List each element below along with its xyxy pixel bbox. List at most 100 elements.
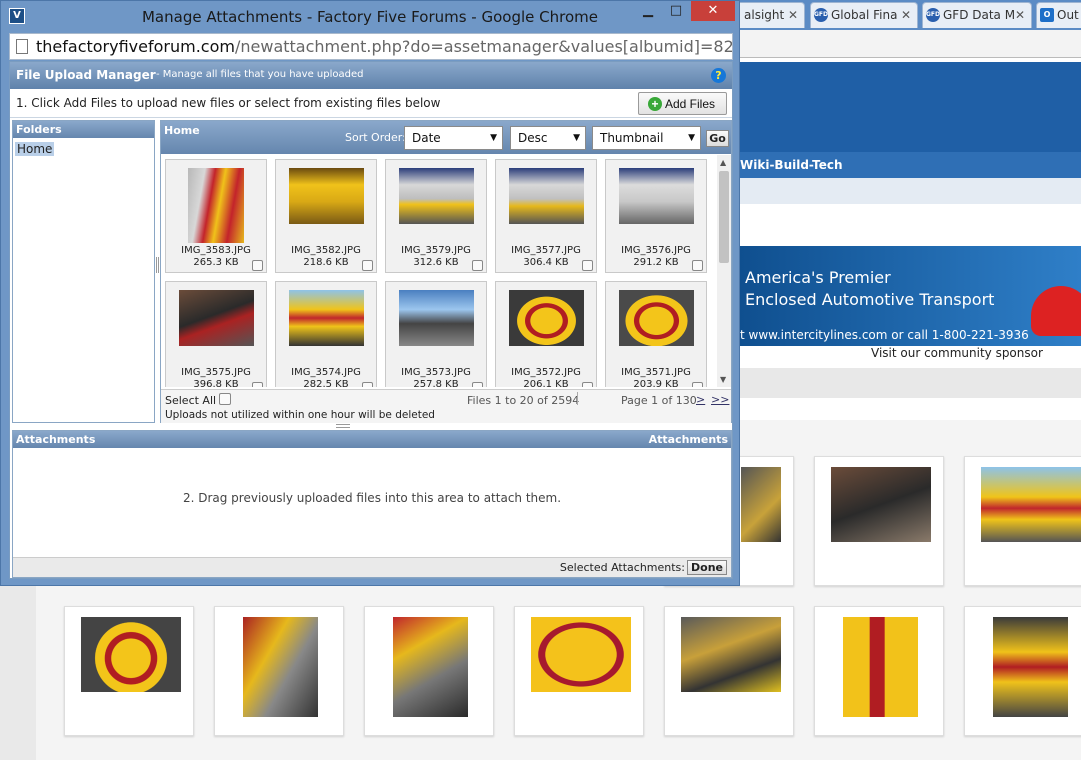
file-tile[interactable]: IMG_3573.JPG 257.8 KB xyxy=(385,281,487,387)
manager-header: File Upload Manager - Manage all files t… xyxy=(10,62,732,89)
file-select-checkbox[interactable] xyxy=(362,382,373,387)
photo xyxy=(831,467,931,542)
file-select-checkbox[interactable] xyxy=(582,260,593,271)
attachments-pane: Attachments Attachments 2. Drag previous… xyxy=(12,430,732,578)
file-thumbnail xyxy=(399,168,474,224)
manager-subtitle: - Manage all files that you have uploade… xyxy=(156,69,364,80)
file-select-checkbox[interactable] xyxy=(472,382,483,387)
photo xyxy=(741,467,781,542)
photo xyxy=(393,617,468,717)
file-size: 265.3 KB xyxy=(193,257,239,268)
file-thumbnail xyxy=(188,168,244,243)
sponsor-ad-banner[interactable]: America's Premier Enclosed Automotive Tr… xyxy=(740,246,1081,346)
background-tab-outlook[interactable]: O Out xyxy=(1036,2,1081,28)
attachments-drop-zone[interactable]: 2. Drag previously uploaded files into t… xyxy=(13,491,731,505)
address-bar[interactable]: thefactoryfiveforum.com/newattachment.ph… xyxy=(9,33,733,60)
file-name: IMG_3579.JPG xyxy=(401,245,471,256)
gallery-thumb[interactable] xyxy=(64,606,194,736)
url-text[interactable]: thefactoryfiveforum.com/newattachment.ph… xyxy=(36,37,732,56)
pane-resize-handle[interactable] xyxy=(336,424,350,428)
sort-order-label: Sort Order: xyxy=(345,131,406,144)
files-count: Files 1 to 20 of 2594 xyxy=(467,394,580,407)
gallery-thumb[interactable] xyxy=(514,606,644,736)
folders-pane: Folders Home xyxy=(12,120,155,423)
dropdown-arrow-icon: ▼ xyxy=(490,133,497,143)
go-button[interactable]: Go xyxy=(706,130,729,147)
gallery-thumb[interactable] xyxy=(214,606,344,736)
view-mode-select[interactable]: Thumbnail ▼ xyxy=(592,126,701,150)
add-files-button[interactable]: + Add Files xyxy=(638,92,727,115)
maximize-button[interactable]: □ xyxy=(663,1,689,21)
file-thumbnail xyxy=(399,290,474,346)
close-icon[interactable]: ✕ xyxy=(1015,3,1025,27)
file-tile[interactable]: IMG_3571.JPG 203.9 KB xyxy=(605,281,707,387)
folder-item-home[interactable]: Home xyxy=(15,142,55,156)
file-tile[interactable]: IMG_3583.JPG 265.3 KB xyxy=(165,159,267,273)
close-icon[interactable]: ✕ xyxy=(788,3,798,27)
select-all-label[interactable]: Select All xyxy=(165,394,216,407)
file-select-checkbox[interactable] xyxy=(252,260,263,271)
file-tile[interactable]: IMG_3579.JPG 312.6 KB xyxy=(385,159,487,273)
file-tile[interactable]: IMG_3577.JPG 306.4 KB xyxy=(495,159,597,273)
last-page-link[interactable]: >> xyxy=(711,393,729,406)
file-select-checkbox[interactable] xyxy=(582,382,593,387)
selected-attachments-label: Selected Attachments: xyxy=(559,561,685,574)
file-name: IMG_3575.JPG xyxy=(181,367,251,378)
done-button[interactable]: Done xyxy=(687,560,727,575)
file-tile[interactable]: IMG_3574.JPG 282.5 KB xyxy=(275,281,377,387)
scroll-down-icon[interactable]: ▼ xyxy=(720,375,726,384)
attachments-header: Attachments Attachments xyxy=(13,431,731,448)
sort-direction-select[interactable]: Desc ▼ xyxy=(510,126,586,150)
file-select-checkbox[interactable] xyxy=(362,260,373,271)
gallery-thumb[interactable] xyxy=(964,456,1081,586)
attachments-footer: Selected Attachments: Done xyxy=(13,557,731,577)
page-icon xyxy=(16,39,28,54)
gallery-thumb[interactable] xyxy=(364,606,494,736)
file-thumbnail xyxy=(619,168,694,224)
gallery-thumb[interactable] xyxy=(814,606,944,736)
background-tab-gfd-data[interactable]: GFD GFD Data M ✕ xyxy=(922,2,1032,28)
file-select-checkbox[interactable] xyxy=(692,382,703,387)
files-header: Home Sort Order: Date ▼ Desc ▼ Thumbnail ▼ … xyxy=(161,121,731,154)
plus-icon: + xyxy=(648,97,662,111)
gallery-thumb[interactable] xyxy=(664,606,794,736)
close-window-button[interactable]: ✕ xyxy=(691,1,735,21)
file-select-checkbox[interactable] xyxy=(252,382,263,387)
window-titlebar[interactable]: V Manage Attachments - Factory Five Foru… xyxy=(1,1,739,32)
tab-label: Global Fina xyxy=(831,8,898,22)
gfd-favicon-icon: GFD xyxy=(926,8,940,22)
nav-item-wiki-build-tech[interactable]: Wiki-Build-Tech xyxy=(740,158,843,172)
file-size: 312.6 KB xyxy=(413,257,459,268)
scroll-up-icon[interactable]: ▲ xyxy=(720,158,726,167)
file-tile[interactable]: IMG_3575.JPG 396.8 KB xyxy=(165,281,267,387)
select-all-checkbox[interactable] xyxy=(219,393,231,405)
background-tab-global-finance[interactable]: GFD Global Fina ✕ xyxy=(810,2,918,28)
next-page-link[interactable]: > xyxy=(696,393,705,406)
file-tile[interactable]: IMG_3582.JPG 218.6 KB xyxy=(275,159,377,273)
pane-resize-handle[interactable] xyxy=(156,257,159,273)
files-footer: Select All Uploads not utilized within o… xyxy=(161,389,731,423)
page-info: Page 1 of 130 xyxy=(621,394,697,407)
file-thumbnail xyxy=(289,290,364,346)
gallery-thumb[interactable] xyxy=(814,456,944,586)
file-grid-scrollbar[interactable]: ▲ ▼ xyxy=(717,155,731,387)
close-icon[interactable]: ✕ xyxy=(901,3,911,27)
file-name: IMG_3574.JPG xyxy=(291,367,361,378)
attachments-title: Attachments xyxy=(16,433,96,446)
help-icon[interactable]: ? xyxy=(711,68,726,83)
file-thumbnail xyxy=(289,168,364,224)
file-tile[interactable]: IMG_3576.JPG 291.2 KB xyxy=(605,159,707,273)
forum-subnav xyxy=(740,178,1081,204)
tab-label: GFD Data M xyxy=(943,8,1016,22)
url-host: thefactoryfiveforum.com xyxy=(36,37,235,56)
gfd-favicon-icon: GFD xyxy=(814,8,828,22)
file-select-checkbox[interactable] xyxy=(472,260,483,271)
background-address-bar[interactable] xyxy=(740,30,1081,58)
scrollbar-thumb[interactable] xyxy=(719,171,729,263)
file-select-checkbox[interactable] xyxy=(692,260,703,271)
file-name: IMG_3571.JPG xyxy=(621,367,691,378)
minimize-button[interactable]: ▁ xyxy=(635,1,661,21)
sort-field-select[interactable]: Date ▼ xyxy=(404,126,503,150)
gallery-thumb[interactable] xyxy=(964,606,1081,736)
file-tile[interactable]: IMG_3572.JPG 206.1 KB xyxy=(495,281,597,387)
